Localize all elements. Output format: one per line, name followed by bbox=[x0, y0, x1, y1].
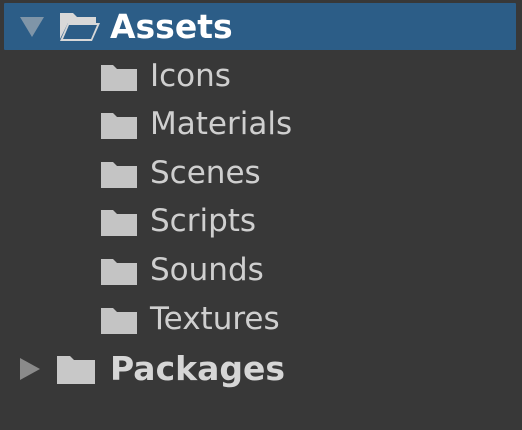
folder-icon bbox=[57, 356, 95, 384]
tree-item-label: Sounds bbox=[150, 252, 264, 288]
tree-item-label: Assets bbox=[110, 7, 233, 46]
tree-item-scripts[interactable]: Scripts bbox=[0, 198, 522, 246]
tree-item-label: Scenes bbox=[150, 155, 261, 191]
tree-item-label: Packages bbox=[110, 349, 285, 388]
folder-icon bbox=[101, 259, 137, 285]
folder-icon bbox=[101, 65, 137, 91]
tree-item-sounds[interactable]: Sounds bbox=[0, 247, 522, 295]
tree-item-label: Materials bbox=[150, 106, 293, 142]
folder-icon bbox=[101, 162, 137, 188]
tree-item-assets[interactable]: Assets bbox=[4, 3, 516, 50]
tree-item-scenes[interactable]: Scenes bbox=[0, 150, 522, 198]
folder-icon bbox=[101, 308, 137, 334]
tree-item-label: Icons bbox=[150, 58, 231, 94]
folder-icon bbox=[101, 210, 137, 236]
expand-arrow-right-icon[interactable] bbox=[20, 358, 40, 380]
tree-item-packages[interactable]: Packages bbox=[0, 345, 522, 393]
folder-open-icon bbox=[60, 13, 100, 41]
folder-icon bbox=[101, 113, 137, 139]
tree-item-textures[interactable]: Textures bbox=[0, 296, 522, 344]
tree-item-materials[interactable]: Materials bbox=[0, 101, 522, 149]
tree-item-icons[interactable]: Icons bbox=[0, 53, 522, 101]
project-tree-panel: Assets Icons Materials Scenes Scripts So… bbox=[0, 0, 522, 430]
tree-item-label: Textures bbox=[150, 301, 280, 337]
tree-item-label: Scripts bbox=[150, 203, 257, 239]
expand-arrow-down-icon[interactable] bbox=[20, 17, 44, 37]
